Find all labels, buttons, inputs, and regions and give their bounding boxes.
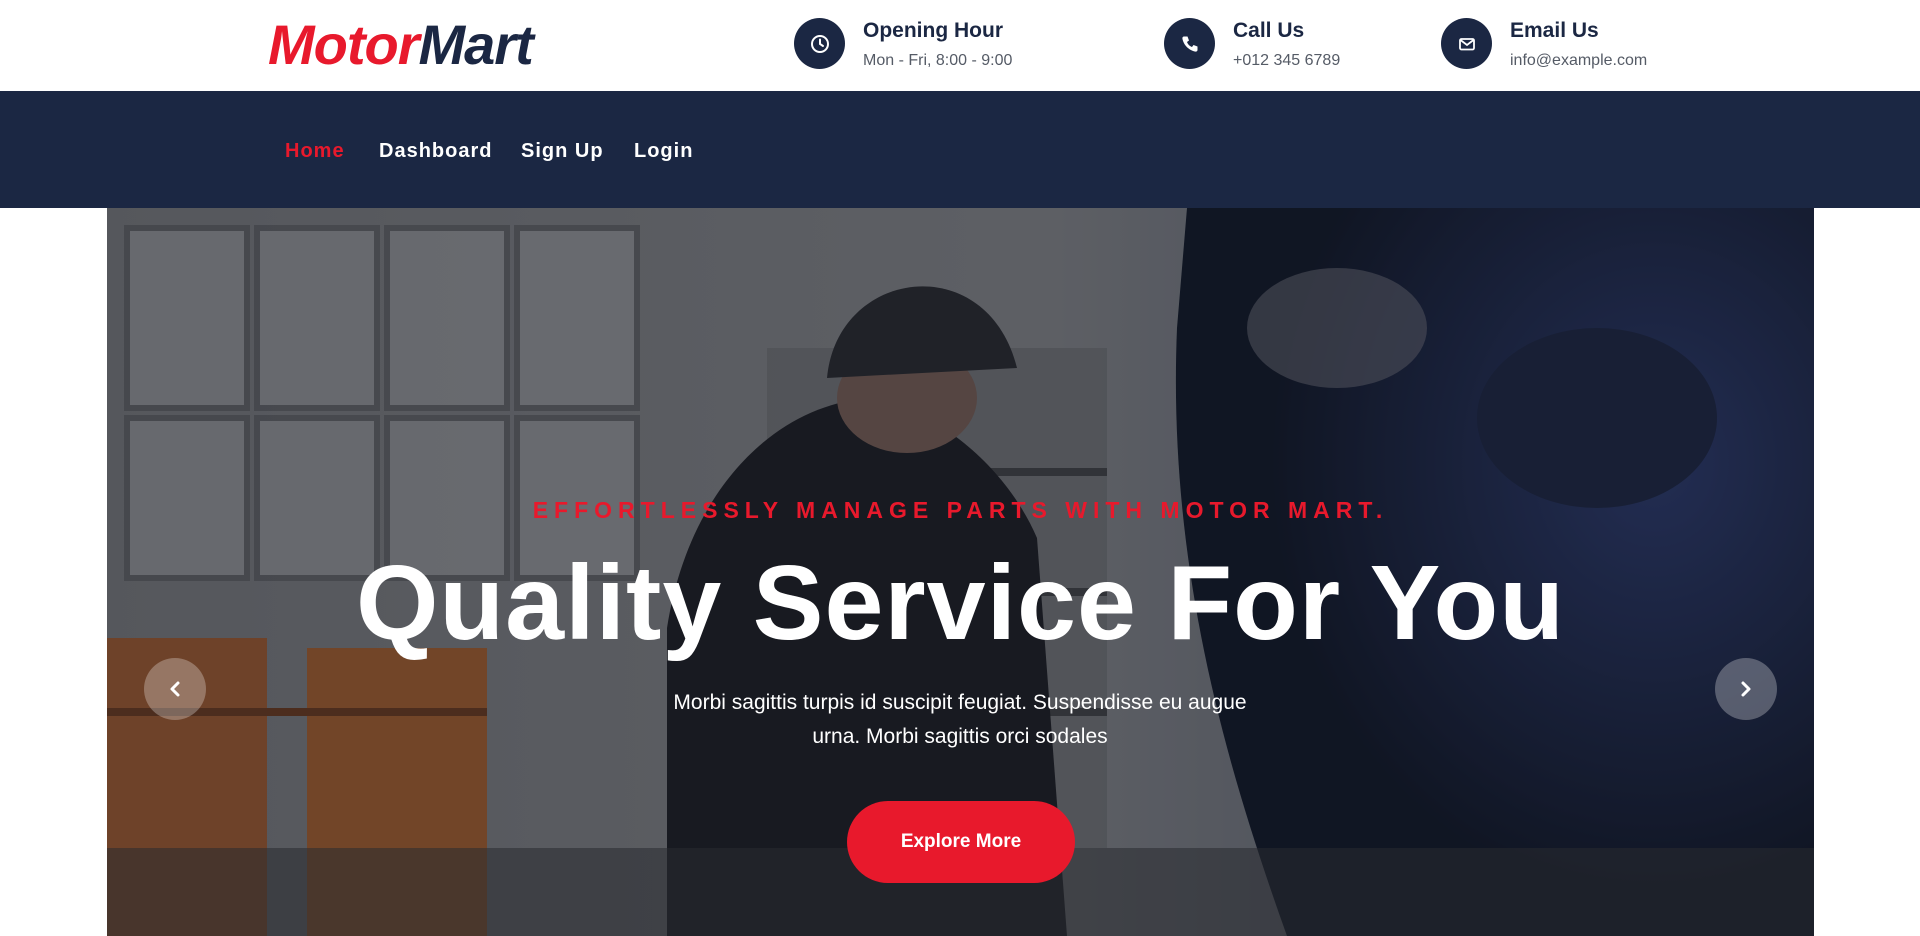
hero-title: Quality Service For You	[355, 544, 1566, 662]
carousel-prev-button[interactable]	[144, 658, 206, 720]
call-us-value[interactable]: +012 345 6789	[1233, 51, 1340, 71]
brand-logo-part1: Motor	[268, 13, 420, 76]
chevron-left-icon	[170, 681, 180, 697]
phone-icon	[1164, 18, 1215, 69]
chevron-right-icon	[1741, 681, 1751, 697]
carousel-next-button[interactable]	[1715, 658, 1777, 720]
hero-eyebrow: EFFORTLESSLY MANAGE PARTS WITH MOTOR MAR…	[532, 497, 1389, 523]
email-us-value[interactable]: info@example.com	[1510, 51, 1647, 71]
hero-carousel: EFFORTLESSLY MANAGE PARTS WITH MOTOR MAR…	[107, 208, 1814, 936]
nav-item-sign-up[interactable]: Sign Up	[521, 139, 604, 163]
envelope-icon	[1441, 18, 1492, 69]
brand-logo-part2: Mart	[418, 13, 534, 76]
opening-hours-value: Mon - Fri, 8:00 - 9:00	[863, 52, 1013, 69]
hero-description: Morbi sagittis turpis id suscipit feugia…	[673, 691, 1247, 748]
clock-icon	[794, 18, 845, 69]
explore-more-button[interactable]: Explore More	[847, 801, 1075, 883]
call-us-title: Call Us	[1233, 19, 1305, 42]
nav-item-home[interactable]: Home	[285, 139, 345, 163]
top-header: MotorMart Opening Hour Mon - Fri, 8:00 -…	[0, 0, 1920, 91]
opening-hours-title: Opening Hour	[863, 19, 1003, 42]
nav-item-dashboard[interactable]: Dashboard	[379, 139, 492, 163]
nav-item-login[interactable]: Login	[634, 139, 693, 163]
brand-logo[interactable]: MotorMart	[268, 13, 534, 76]
main-navbar: Home Dashboard Sign Up Login	[0, 91, 1920, 208]
email-us-title: Email Us	[1510, 19, 1599, 42]
